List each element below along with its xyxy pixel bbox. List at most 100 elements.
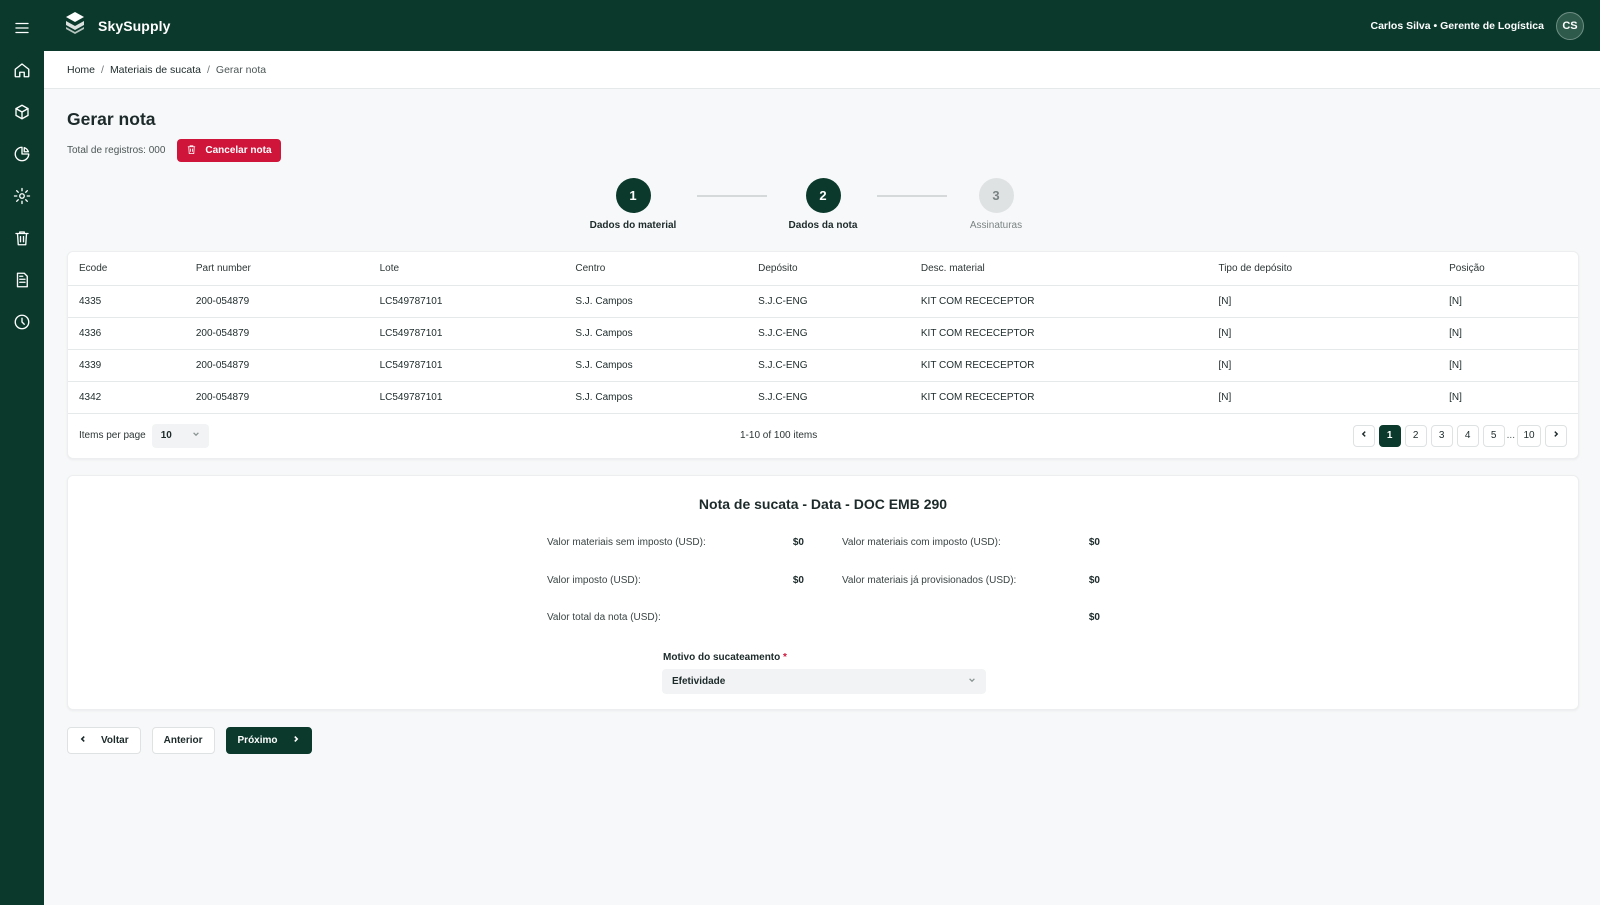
home-icon[interactable] xyxy=(8,56,36,84)
tax-value-label: Valor imposto (USD): xyxy=(547,574,641,586)
value-with-tax-label: Valor materiais com imposto (USD): xyxy=(842,536,1001,548)
table-cell: LC549787101 xyxy=(368,317,565,350)
items-per-page-value: 10 xyxy=(160,430,172,441)
step-1[interactable]: 1 Dados do material xyxy=(573,178,693,231)
table-cell: 4336 xyxy=(68,317,185,350)
step-3-label: Assinaturas xyxy=(969,220,1023,231)
column-header[interactable]: Desc. material xyxy=(909,252,1208,286)
total-records: Total de registros: 000 xyxy=(67,145,166,156)
table-cell: S.J.C-ENG xyxy=(747,285,910,318)
table-cell: S.J. Campos xyxy=(564,381,748,414)
table-row[interactable]: 4339 200-054879 LC549787101 S.J. Campos … xyxy=(68,349,1578,382)
table-row[interactable]: 4336 200-054879 LC549787101 S.J. Campos … xyxy=(68,317,1578,350)
previous-button[interactable]: Anterior xyxy=(151,726,215,754)
cancel-note-button[interactable]: Cancelar nota xyxy=(177,139,281,162)
total-value: $0 xyxy=(1088,611,1100,623)
table-cell: S.J. Campos xyxy=(564,317,748,350)
next-button[interactable]: Próximo xyxy=(225,726,312,754)
page-button[interactable]: 2 xyxy=(1404,424,1427,447)
menu-icon[interactable] xyxy=(8,14,36,42)
value-with-tax: $0 xyxy=(1088,536,1100,548)
page-button[interactable]: 1 xyxy=(1378,424,1401,447)
table-cell: 4339 xyxy=(68,349,185,382)
column-header[interactable]: Centro xyxy=(564,252,748,286)
scrap-reason-select[interactable]: Efetividade xyxy=(662,668,986,694)
chevron-down-icon xyxy=(968,676,976,687)
avatar[interactable]: CS xyxy=(1556,11,1584,40)
table-footer: Items per page 10 1-10 of 100 items 1 2 … xyxy=(68,414,1578,458)
table-header-row: Ecode Part number Lote Centro Depósito D… xyxy=(68,252,1578,286)
table-cell: [N] xyxy=(1438,317,1578,350)
chevron-down-icon xyxy=(192,430,200,441)
table-row[interactable]: 4335 200-054879 LC549787101 S.J. Campos … xyxy=(68,285,1578,318)
note-title: Nota de sucata - Data - DOC EMB 290 xyxy=(698,495,948,512)
breadcrumb-home[interactable]: Home xyxy=(67,64,95,76)
chevron-right-icon xyxy=(292,735,300,746)
back-button[interactable]: Voltar xyxy=(67,726,141,754)
pagination-range: 1-10 of 100 items xyxy=(740,430,818,441)
trash-icon xyxy=(186,144,197,158)
table-cell: 4335 xyxy=(68,285,185,318)
page-button[interactable]: 10 xyxy=(1517,424,1541,447)
topbar: SkySupply Carlos Silva • Gerente de Logí… xyxy=(44,0,1600,51)
column-header[interactable]: Posição xyxy=(1438,252,1578,286)
next-label: Próximo xyxy=(237,734,278,746)
stepper: 1 Dados do material 2 Dados da nota 3 As… xyxy=(67,178,1579,248)
table-cell: 200-054879 xyxy=(184,381,369,414)
table-cell: S.J. Campos xyxy=(564,285,748,318)
scrap-reason-label: Motivo do sucateamento * xyxy=(663,652,787,663)
clock-icon[interactable] xyxy=(8,308,36,336)
table-cell: S.J.C-ENG xyxy=(747,349,910,382)
brand[interactable]: SkySupply xyxy=(64,11,170,40)
step-2-number: 2 xyxy=(805,178,841,213)
pagination-ellipsis: ... xyxy=(1506,430,1515,441)
page-title: Gerar nota xyxy=(67,109,156,129)
chart-pie-icon[interactable] xyxy=(8,140,36,168)
document-icon[interactable] xyxy=(8,266,36,294)
step-3[interactable]: 3 Assinaturas xyxy=(936,178,1056,231)
column-header[interactable]: Ecode xyxy=(68,252,185,286)
table-cell: [N] xyxy=(1207,381,1439,414)
breadcrumb-current: Gerar nota xyxy=(215,63,267,76)
items-per-page-select[interactable]: 10 xyxy=(151,423,209,448)
table-cell: KIT COM RECECEPTOR xyxy=(909,349,1208,382)
cancel-note-label: Cancelar nota xyxy=(205,145,272,156)
table-cell: [N] xyxy=(1207,349,1439,382)
page-button[interactable]: 5 xyxy=(1482,424,1505,447)
tax-value: $0 xyxy=(792,574,804,586)
box-icon[interactable] xyxy=(8,98,36,126)
previous-label: Anterior xyxy=(163,734,203,746)
prev-page-button[interactable] xyxy=(1352,424,1375,447)
step-2[interactable]: 2 Dados da nota xyxy=(763,178,883,231)
table-cell: [N] xyxy=(1207,285,1439,318)
page-button[interactable]: 4 xyxy=(1456,424,1479,447)
back-label: Voltar xyxy=(101,734,129,746)
breadcrumb-materiais[interactable]: Materiais de sucata xyxy=(110,64,201,76)
table-row[interactable]: 4342 200-054879 LC549787101 S.J. Campos … xyxy=(68,381,1578,414)
note-summary-card: Nota de sucata - Data - DOC EMB 290 Valo… xyxy=(67,474,1579,710)
table-cell: KIT COM RECECEPTOR xyxy=(909,381,1208,414)
next-page-button[interactable] xyxy=(1545,424,1567,447)
trash-icon[interactable] xyxy=(8,224,36,252)
gear-icon[interactable] xyxy=(8,182,36,210)
page-button[interactable]: 3 xyxy=(1430,424,1453,447)
column-header[interactable]: Depósito xyxy=(747,252,910,286)
chevron-left-icon xyxy=(79,735,87,746)
column-header[interactable]: Lote xyxy=(368,252,565,286)
scrap-reason-value: Efetividade xyxy=(672,675,726,687)
table-cell: KIT COM RECECEPTOR xyxy=(909,285,1208,318)
items-per-page: Items per page 10 xyxy=(79,423,209,448)
main-content: Gerar nota Total de registros: 000 Cance… xyxy=(67,89,1579,754)
materials-table: Ecode Part number Lote Centro Depósito D… xyxy=(68,252,1578,414)
user-menu[interactable]: Carlos Silva • Gerente de Logística CS xyxy=(1371,11,1584,40)
breadcrumb-separator: / xyxy=(101,63,104,76)
provisioned-value: $0 xyxy=(1088,574,1100,586)
value-without-tax: $0 xyxy=(792,536,804,548)
table-cell: 200-054879 xyxy=(184,349,369,382)
table-cell: [N] xyxy=(1438,285,1578,318)
column-header[interactable]: Tipo de depósito xyxy=(1207,252,1439,286)
table-cell: 200-054879 xyxy=(184,317,369,350)
chevron-left-icon xyxy=(1360,430,1368,441)
column-header[interactable]: Part number xyxy=(184,252,369,286)
table-cell: [N] xyxy=(1207,317,1439,350)
